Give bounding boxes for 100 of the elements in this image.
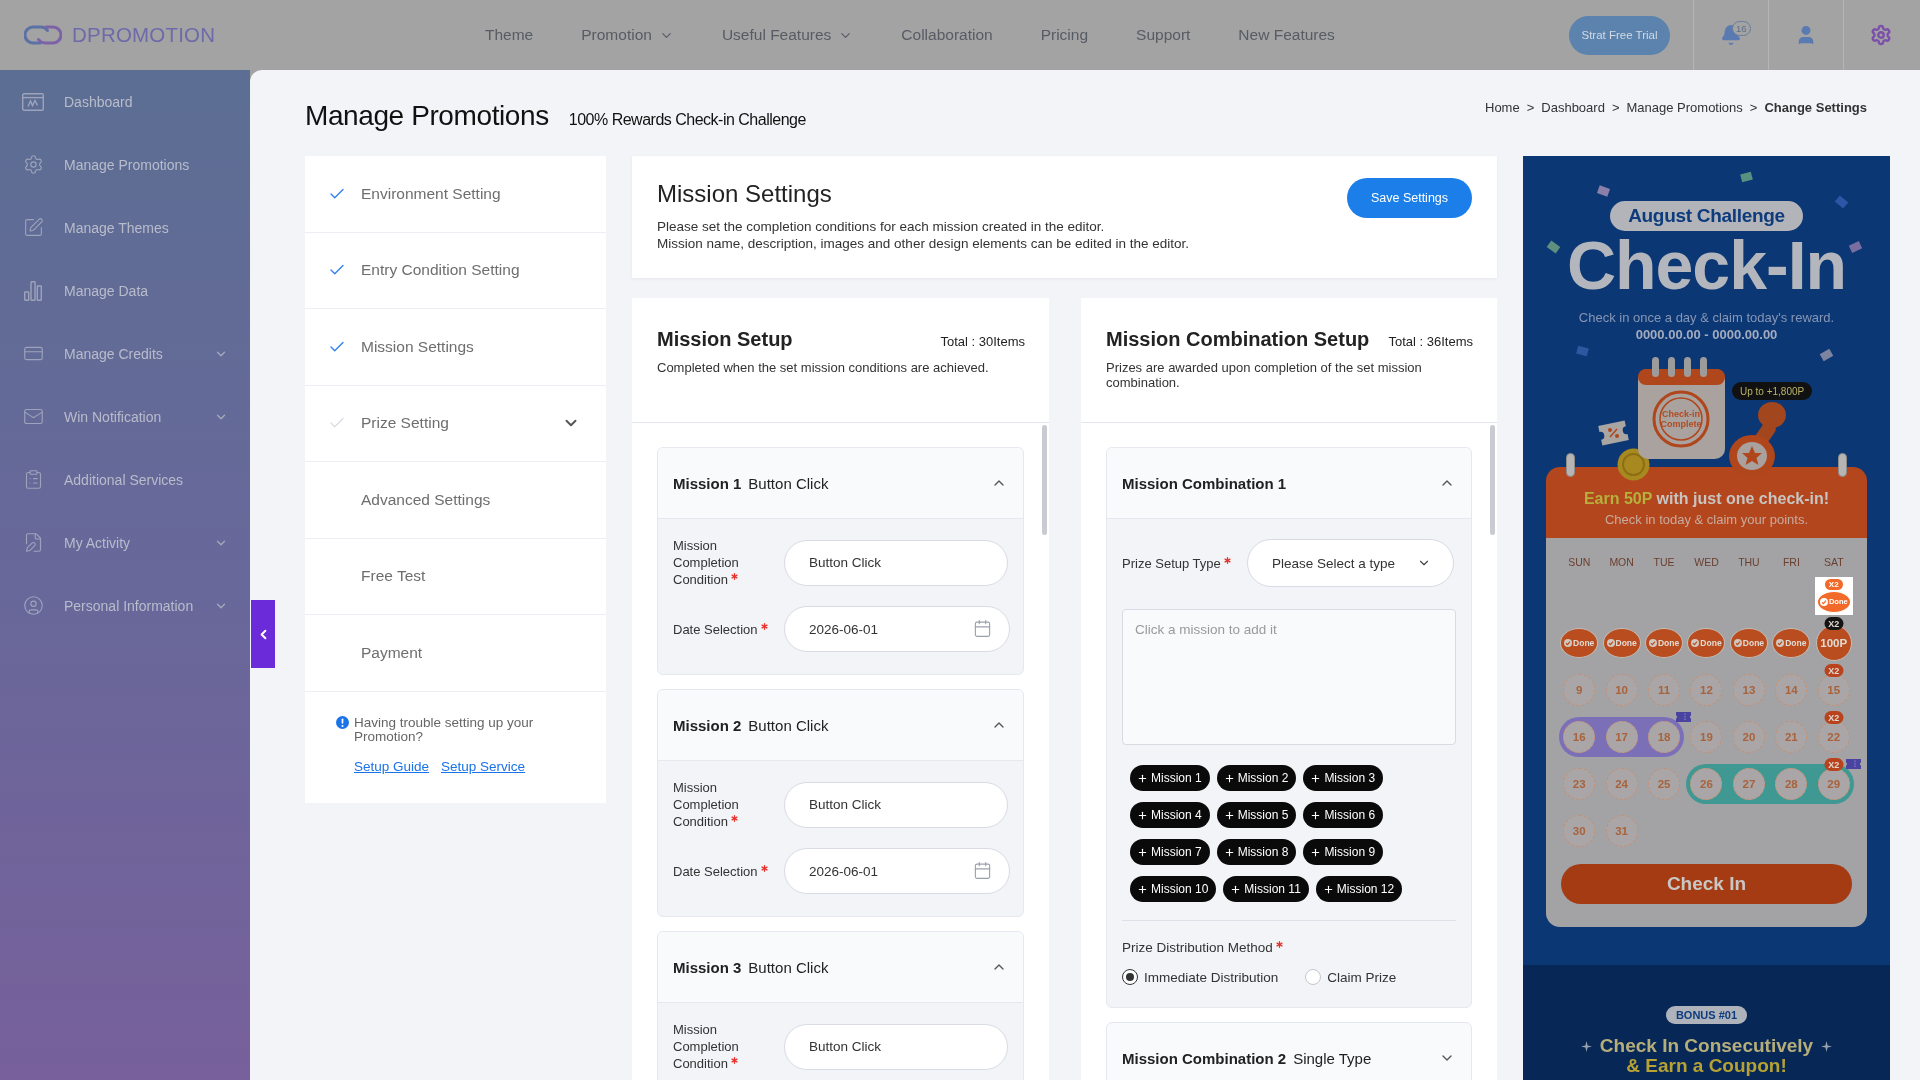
- preview-period: 0000.00.00 - 0000.00.00: [1635, 327, 1778, 343]
- text-field[interactable]: Button Click: [784, 781, 1008, 828]
- step-item[interactable]: Advanced Settings: [305, 462, 606, 539]
- calendar-day: 10: [1605, 673, 1638, 706]
- breadcrumb-separator: >: [1526, 100, 1535, 116]
- section-description: Please set the completion conditions for each mission created in the editor.: [657, 218, 1106, 235]
- mission-type: Button Click: [748, 474, 829, 492]
- field-label: Prize Setup Type: [1122, 555, 1221, 571]
- nav-link[interactable]: Support: [1136, 26, 1191, 44]
- collapse-sidebar-button[interactable]: [251, 600, 275, 668]
- breadcrumb-link[interactable]: Manage Promotions: [1626, 100, 1743, 116]
- bonus-badge: X2: [1824, 758, 1844, 771]
- nav-link[interactable]: Pricing: [1040, 26, 1089, 44]
- breadcrumb-link[interactable]: Dashboard: [1541, 100, 1605, 116]
- ticket-icon: [1597, 420, 1630, 446]
- bonus-badge: X2: [1824, 617, 1844, 630]
- radio-label: Claim Prize: [1327, 969, 1397, 985]
- add-mission-button[interactable]: Mission 8: [1216, 839, 1297, 865]
- nav-link[interactable]: Promotion: [581, 26, 674, 44]
- step-item[interactable]: Entry Condition Setting: [305, 232, 606, 309]
- field-label: Mission Completion Condition: [673, 780, 739, 829]
- total-count: Total : 36Items: [1388, 334, 1473, 349]
- add-mission-button[interactable]: Mission 4: [1130, 802, 1210, 828]
- add-mission-button[interactable]: Mission 9: [1303, 839, 1384, 865]
- mission-name: Mission 3: [673, 958, 742, 976]
- step-item[interactable]: Prize Setting: [305, 385, 606, 462]
- breadcrumb-separator: >: [1611, 100, 1620, 116]
- mission-name: Mission 2: [673, 716, 742, 734]
- panel-title: Mission Setup: [657, 327, 793, 352]
- step-item[interactable]: Mission Settings: [305, 309, 606, 386]
- plus-icon: [1230, 883, 1242, 895]
- sidebar-item[interactable]: Win Notification: [0, 385, 250, 448]
- add-mission-button[interactable]: Mission 6: [1303, 802, 1384, 828]
- section-description: Mission name, description, images and other design elements can be edited in the editor.: [657, 235, 1191, 252]
- dashboard-icon: [22, 92, 44, 111]
- plus-icon: [1322, 883, 1334, 895]
- bonus-badge: X2: [1824, 578, 1843, 590]
- save-settings-button[interactable]: Save Settings: [1347, 178, 1472, 218]
- add-mission-button[interactable]: Mission 1: [1130, 765, 1210, 791]
- confetti-icon: [1819, 348, 1834, 362]
- bonus-title: Check In Consecutively: [1599, 1036, 1814, 1056]
- check-circle-icon: [1819, 597, 1828, 606]
- text-field[interactable]: Button Click: [784, 1023, 1008, 1070]
- radio-button[interactable]: [1122, 969, 1138, 985]
- nav-link[interactable]: New Features: [1238, 26, 1335, 44]
- stamp-label: Done: [1742, 637, 1765, 648]
- field-label: Prize Distribution Method: [1122, 940, 1273, 955]
- sidebar-item[interactable]: Personal Information: [0, 574, 250, 637]
- nav-link[interactable]: Useful Features: [721, 26, 854, 44]
- free-trial-button[interactable]: Strat Free Trial: [1569, 15, 1670, 55]
- missions-field[interactable]: Click a mission to add it: [1122, 609, 1456, 745]
- settings-icon[interactable]: [1870, 24, 1892, 46]
- sidebar-item[interactable]: Manage Data: [0, 259, 250, 322]
- sidebar-item[interactable]: Manage Credits: [0, 322, 250, 385]
- plus-icon: [1137, 883, 1148, 895]
- date-field[interactable]: 2026-06-01: [784, 848, 1010, 894]
- nav-link[interactable]: Theme: [485, 26, 534, 44]
- step-item[interactable]: Free Test: [305, 538, 606, 615]
- plus-icon: [1310, 846, 1322, 858]
- add-mission-button[interactable]: Mission 5: [1216, 802, 1297, 828]
- preview-title: Check-In: [1566, 231, 1847, 299]
- field-label: Date Selection: [673, 621, 758, 637]
- page-subtitle: 100% Rewards Check-in Challenge: [568, 111, 806, 129]
- step-item[interactable]: Environment Setting: [305, 156, 606, 233]
- check-in-button[interactable]: Check In: [1561, 864, 1852, 904]
- page-title: Manage Promotions: [305, 100, 549, 132]
- sidebar-item[interactable]: Dashboard: [0, 70, 250, 133]
- sidebar-item[interactable]: Manage Promotions: [0, 133, 250, 196]
- calendar-icon[interactable]: [973, 861, 992, 880]
- breadcrumb-current-page: Change Settings: [1764, 100, 1867, 116]
- date-field[interactable]: 2026-06-01: [784, 606, 1010, 652]
- sidebar-item[interactable]: Additional Services: [0, 448, 250, 511]
- add-mission-button[interactable]: Mission 2: [1216, 765, 1297, 791]
- check-circle-icon: [1606, 638, 1615, 647]
- select-field[interactable]: Please Select a type: [1247, 539, 1454, 587]
- add-mission-button[interactable]: Mission 3: [1303, 765, 1384, 791]
- help-link[interactable]: Setup Service: [441, 758, 526, 774]
- help-link[interactable]: Setup Guide: [354, 758, 430, 774]
- bonus-badge: BONUS #01: [1665, 1006, 1748, 1024]
- preview-subtitle: Check in once a day & claim today's reward.: [1578, 310, 1835, 326]
- plus-icon: [1137, 809, 1148, 821]
- field-label: Mission Completion Condition: [673, 538, 739, 587]
- calendar-day: 12: [1690, 673, 1723, 706]
- panel-title: Mission Combination Setup: [1106, 327, 1370, 352]
- sparkle-icon: [1580, 1040, 1592, 1052]
- step-item[interactable]: Payment: [305, 615, 606, 692]
- confetti-icon: [1596, 185, 1611, 197]
- add-mission-button[interactable]: Mission 7: [1130, 839, 1210, 865]
- check-circle-icon: [1733, 638, 1742, 647]
- calendar-icon[interactable]: [973, 619, 992, 638]
- nav-link[interactable]: Collaboration: [901, 26, 993, 44]
- breadcrumb-link[interactable]: Home: [1485, 100, 1520, 116]
- sidebar-item[interactable]: My Activity: [0, 511, 250, 574]
- check-circle-icon: [1564, 638, 1573, 647]
- sidebar-item[interactable]: Manage Themes: [0, 196, 250, 259]
- add-mission-button[interactable]: Mission 12: [1315, 876, 1403, 902]
- user-circle-icon: [22, 595, 44, 616]
- text-field[interactable]: Button Click: [784, 539, 1008, 586]
- add-mission-button[interactable]: Mission 11: [1223, 876, 1309, 902]
- add-mission-button[interactable]: Mission 10: [1130, 876, 1217, 902]
